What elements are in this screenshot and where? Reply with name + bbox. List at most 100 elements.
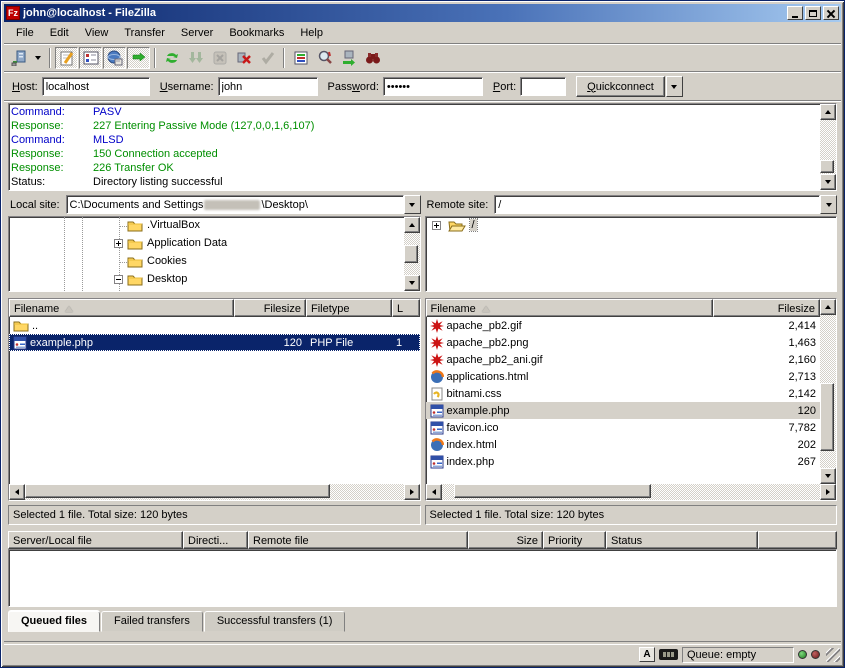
filter-listings-button[interactable] (289, 47, 312, 69)
tree-item-virtualbox[interactable]: .VirtualBox (9, 217, 404, 235)
file-row-parent-directory[interactable]: .. (9, 317, 420, 334)
menu-file[interactable]: File (8, 24, 42, 42)
remote-site-combobox[interactable]: / (494, 195, 837, 215)
file-row-example-php[interactable]: example.php 120 (426, 402, 821, 419)
tree-item-root[interactable]: / (426, 217, 837, 235)
quickconnect-dropdown-button[interactable] (666, 76, 683, 97)
toggle-local-tree-button[interactable] (79, 47, 102, 69)
file-row-apache-pb2-gif[interactable]: apache_pb2.gif 2,414 (426, 317, 821, 334)
menu-transfer[interactable]: Transfer (116, 24, 173, 42)
toggle-remote-tree-button[interactable] (103, 47, 126, 69)
column-header-filename[interactable]: Filename (9, 299, 234, 317)
remote-vertical-scrollbar[interactable] (820, 299, 836, 484)
column-header-filetype[interactable]: Filetype (306, 299, 392, 317)
close-button[interactable] (823, 6, 839, 20)
scroll-left-button[interactable] (9, 484, 25, 500)
file-row-index-php[interactable]: index.php 267 (426, 453, 821, 470)
scroll-right-button[interactable] (404, 484, 420, 500)
tab-failed-transfers[interactable]: Failed transfers (101, 611, 203, 632)
remote-path-value[interactable]: / (494, 195, 820, 214)
file-row-example-php[interactable]: example.php 120 PHP File 1 (9, 334, 420, 351)
file-row-applications-html[interactable]: applications.html 2,713 (426, 368, 821, 385)
tab-queued-files[interactable]: Queued files (8, 611, 100, 632)
synchronized-browsing-button[interactable] (337, 47, 360, 69)
local-path-dropdown-button[interactable] (404, 195, 421, 214)
scroll-right-button[interactable] (820, 484, 836, 500)
scrollbar-thumb[interactable] (404, 245, 418, 263)
collapse-icon[interactable] (114, 275, 123, 284)
column-header-filesize[interactable]: Filesize (713, 299, 821, 317)
reconnect-button[interactable] (256, 47, 279, 69)
scrollbar-thumb[interactable] (454, 484, 651, 498)
quickconnect-button[interactable]: Quickconnect (576, 76, 665, 97)
local-horizontal-scrollbar[interactable] (9, 484, 420, 500)
maximize-button[interactable] (805, 6, 821, 20)
scroll-down-button[interactable] (404, 275, 420, 291)
username-input[interactable] (218, 77, 318, 96)
log-vertical-scrollbar[interactable] (820, 104, 836, 190)
directory-comparison-button[interactable] (361, 47, 384, 69)
scrollbar-track[interactable] (404, 233, 420, 275)
column-header-filename[interactable]: Filename (426, 299, 713, 317)
menu-bookmarks[interactable]: Bookmarks (221, 24, 292, 42)
menu-edit[interactable]: Edit (42, 24, 77, 42)
host-input[interactable] (42, 77, 150, 96)
disconnect-button[interactable] (232, 47, 255, 69)
scroll-up-button[interactable] (820, 299, 836, 315)
scroll-up-button[interactable] (820, 104, 836, 120)
scrollbar-track[interactable] (25, 484, 404, 500)
file-row-bitnami-css[interactable]: bitnami.css 2,142 (426, 385, 821, 402)
column-header-priority[interactable]: Priority (543, 531, 606, 549)
password-input[interactable] (383, 77, 483, 96)
remote-path-dropdown-button[interactable] (820, 195, 837, 214)
process-queue-button[interactable] (184, 47, 207, 69)
cancel-operation-button[interactable] (208, 47, 231, 69)
file-row-index-html[interactable]: index.html 202 (426, 436, 821, 453)
column-header-size[interactable]: Size (468, 531, 543, 549)
expand-icon[interactable] (432, 221, 441, 230)
tab-successful-transfers[interactable]: Successful transfers (1) (204, 611, 346, 632)
column-header-server-local-file[interactable]: Server/Local file (8, 531, 183, 549)
menu-help[interactable]: Help (292, 24, 331, 42)
file-row-apache-pb2-png[interactable]: apache_pb2.png 1,463 (426, 334, 821, 351)
remote-tree-body[interactable]: / (426, 217, 837, 291)
scroll-up-button[interactable] (404, 217, 420, 233)
tree-item-cookies[interactable]: Cookies (9, 253, 404, 271)
file-row-apache-pb2-ani-gif[interactable]: apache_pb2_ani.gif 2,160 (426, 351, 821, 368)
site-manager-button[interactable] (7, 47, 30, 69)
column-header-remote-file[interactable]: Remote file (248, 531, 468, 549)
scroll-down-button[interactable] (820, 174, 836, 190)
local-tree-body[interactable]: .VirtualBox Application Data Cookies (9, 217, 404, 291)
local-path-value[interactable]: C:\Documents and Settings\Desktop\ (66, 195, 404, 214)
scrollbar-track[interactable] (820, 315, 836, 468)
scrollbar-thumb[interactable] (25, 484, 330, 498)
scroll-left-button[interactable] (426, 484, 442, 500)
local-site-combobox[interactable]: C:\Documents and Settings\Desktop\ (66, 195, 421, 215)
column-header-status[interactable]: Status (606, 531, 758, 549)
toggle-transfer-queue-button[interactable] (127, 47, 150, 69)
column-header-filesize[interactable]: Filesize (234, 299, 306, 317)
tree-item-desktop[interactable]: Desktop (9, 271, 404, 289)
file-row-favicon-ico[interactable]: favicon.ico 7,782 (426, 419, 821, 436)
refresh-button[interactable] (160, 47, 183, 69)
scrollbar-thumb[interactable] (820, 383, 834, 451)
scroll-down-button[interactable] (820, 468, 836, 484)
resize-grip[interactable] (826, 648, 840, 662)
port-input[interactable] (520, 77, 566, 96)
message-log-body[interactable]: Command:PASV Response:227 Entering Passi… (9, 104, 820, 190)
site-manager-dropdown-button[interactable] (31, 47, 45, 69)
expand-icon[interactable] (114, 239, 123, 248)
scrollbar-track[interactable] (442, 484, 821, 500)
toggle-message-log-button[interactable] (55, 47, 78, 69)
scrollbar-thumb[interactable] (820, 160, 834, 173)
column-header-lastmodified[interactable]: L (392, 299, 420, 317)
file-search-button[interactable] (313, 47, 336, 69)
menu-server[interactable]: Server (173, 24, 221, 42)
menu-view[interactable]: View (77, 24, 117, 42)
queue-body[interactable] (8, 549, 837, 607)
tree-item-application-data[interactable]: Application Data (9, 235, 404, 253)
local-list-rows[interactable]: .. example.php 120 PHP File 1 (9, 317, 420, 484)
column-header-direction[interactable]: Directi... (183, 531, 248, 549)
remote-list-rows[interactable]: apache_pb2.gif 2,414 apache_pb2.png 1,46… (426, 317, 821, 484)
scrollbar-track[interactable] (820, 120, 836, 174)
